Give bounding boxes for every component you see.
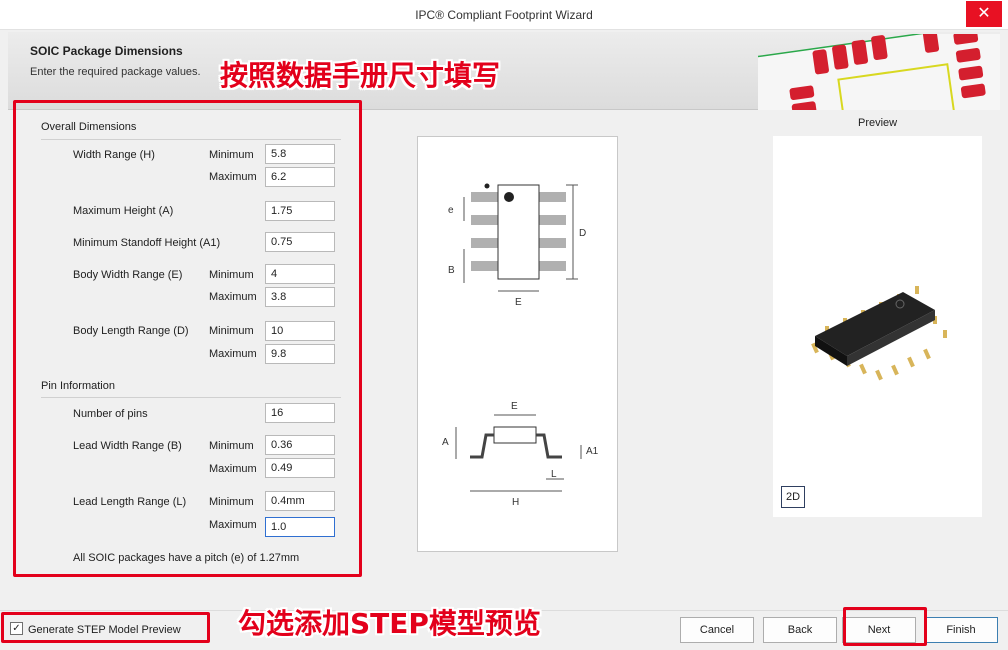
minimum-label: Minimum xyxy=(209,269,254,281)
dim-h-label: H xyxy=(512,497,519,508)
window-title: IPC® Compliant Footprint Wizard xyxy=(415,8,593,22)
pitch-note: All SOIC packages have a pitch (e) of 1.… xyxy=(73,552,300,564)
width-max-input[interactable] xyxy=(265,167,335,187)
page-title: SOIC Package Dimensions xyxy=(30,44,183,58)
maximum-label: Maximum xyxy=(209,171,257,183)
footprint-thumbnail xyxy=(758,34,1000,110)
minimum-label: Minimum xyxy=(209,496,254,508)
dim-d-label: D xyxy=(579,228,586,239)
maximum-label: Maximum xyxy=(209,519,257,531)
minimum-label: Minimum xyxy=(209,440,254,452)
cancel-button[interactable]: Cancel xyxy=(680,617,754,643)
highlight-next-button xyxy=(843,607,927,646)
maximum-label: Maximum xyxy=(209,348,257,360)
section-overall-dimensions: Overall Dimensions xyxy=(41,121,137,133)
minimum-label: Minimum xyxy=(209,325,254,337)
body-width-label: Body Width Range (E) xyxy=(73,269,183,281)
num-pins-input[interactable] xyxy=(265,403,335,423)
body-length-label: Body Length Range (D) xyxy=(73,325,189,337)
back-button[interactable]: Back xyxy=(763,617,837,643)
annotation-step-preview: 勾选添加STEP模型预览 xyxy=(238,607,541,640)
maximum-label: Maximum xyxy=(209,291,257,303)
section-pin-information: Pin Information xyxy=(41,380,115,392)
package-diagram: e B D E E A A1 L H xyxy=(442,183,599,508)
dim-a-label: A xyxy=(442,437,449,448)
lead-width-min-input[interactable] xyxy=(265,435,335,455)
lead-width-max-input[interactable] xyxy=(265,458,335,478)
step-preview-checkbox[interactable]: ✓ xyxy=(10,622,23,635)
title-bar: IPC® Compliant Footprint Wizard ✕ xyxy=(0,0,1008,30)
max-height-input[interactable] xyxy=(265,201,335,221)
width-range-label: Width Range (H) xyxy=(73,149,155,161)
annotation-fill-datasheet: 按照数据手册尺寸填写 xyxy=(220,59,501,92)
lead-width-label: Lead Width Range (B) xyxy=(73,440,182,452)
page-subtitle: Enter the required package values. xyxy=(30,66,201,78)
step-model-preview[interactable]: 2D xyxy=(773,136,982,517)
dim-e-side-label: E xyxy=(511,401,518,412)
lead-length-max-input[interactable] xyxy=(265,517,335,537)
soic-3d-model xyxy=(811,286,947,381)
section-divider xyxy=(41,397,341,398)
close-icon[interactable]: ✕ xyxy=(966,1,1002,27)
dimension-diagram-panel: e B D E E A A1 L H xyxy=(417,136,618,552)
dim-e-pitch-label: e xyxy=(448,205,454,216)
dim-a1-label: A1 xyxy=(586,446,599,457)
maximum-label: Maximum xyxy=(209,463,257,475)
body-width-min-input[interactable] xyxy=(265,264,335,284)
lead-length-label: Lead Length Range (L) xyxy=(73,496,187,508)
dim-b-label: B xyxy=(448,265,455,276)
minimum-label: Minimum xyxy=(209,149,254,161)
body-width-max-input[interactable] xyxy=(265,287,335,307)
step-preview-checkbox-label[interactable]: Generate STEP Model Preview xyxy=(28,624,181,636)
dim-e-body-label: E xyxy=(515,297,522,308)
width-min-input[interactable] xyxy=(265,144,335,164)
page-header: SOIC Package Dimensions Enter the requir… xyxy=(8,32,1000,110)
num-pins-label: Number of pins xyxy=(73,408,148,420)
min-standoff-input[interactable] xyxy=(265,232,335,252)
body-length-min-input[interactable] xyxy=(265,321,335,341)
body-length-max-input[interactable] xyxy=(265,344,335,364)
dim-l-label: L xyxy=(551,469,557,480)
lead-length-min-input[interactable] xyxy=(265,491,335,511)
min-standoff-label: Minimum Standoff Height (A1) xyxy=(73,237,221,249)
preview-label: Preview xyxy=(858,117,898,129)
section-divider xyxy=(41,139,341,140)
finish-button[interactable]: Finish xyxy=(924,617,998,643)
max-height-label: Maximum Height (A) xyxy=(73,205,174,217)
2d-toggle-button[interactable]: 2D xyxy=(781,486,805,508)
